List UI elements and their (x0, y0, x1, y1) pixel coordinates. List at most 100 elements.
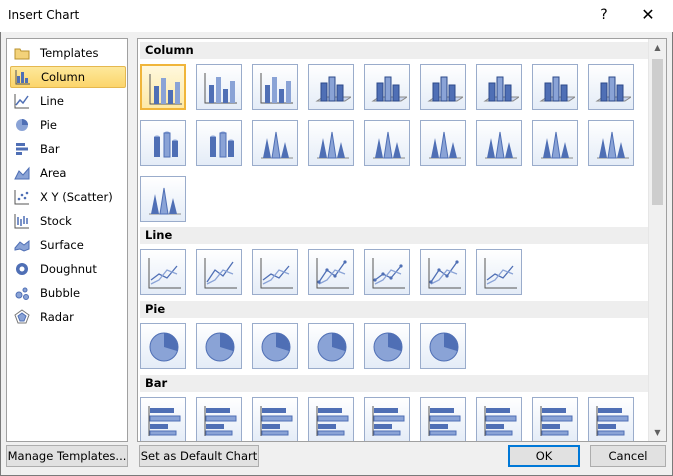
category-item-stock[interactable]: Stock (10, 210, 126, 232)
folder-icon (14, 45, 30, 61)
category-item-templates[interactable]: Templates (10, 42, 126, 64)
column-chart-thumbnail-icon (317, 131, 349, 159)
column-chart-subtype-9[interactable] (588, 64, 634, 110)
column-chart-thumbnail-icon (315, 76, 351, 102)
scroll-thumb[interactable] (652, 59, 663, 205)
category-item-column[interactable]: Column (10, 66, 126, 88)
column-chart-subtype-5[interactable] (364, 64, 410, 110)
gallery-scrollbar[interactable]: ▲ ▼ (648, 39, 666, 441)
manage-templates-button[interactable]: Manage Templates... (6, 445, 128, 467)
category-item-bubble[interactable]: Bubble (10, 282, 126, 304)
bar-chart-subtype-2[interactable] (196, 397, 242, 441)
column-chart-thumbnail-icon (539, 76, 575, 102)
category-item-bar[interactable]: Bar (10, 138, 126, 160)
category-item-line[interactable]: Line (10, 90, 126, 112)
pie-chart-thumbnail-icon (205, 332, 235, 362)
column-chart-subtype-10[interactable] (140, 120, 186, 166)
pie-chart-subtype-2[interactable] (196, 323, 242, 369)
category-label: X Y (Scatter) (40, 190, 113, 204)
category-label: Stock (40, 214, 72, 228)
column-chart-thumbnail-icon (149, 187, 181, 215)
column-chart-subtype-1[interactable] (140, 64, 186, 110)
bar-chart-subtype-8[interactable] (532, 397, 578, 441)
category-label: Bubble (40, 286, 81, 300)
bar-chart-subtype-9[interactable] (588, 397, 634, 441)
column-chart-subtype-18[interactable] (588, 120, 634, 166)
column-chart-subtype-2[interactable] (196, 64, 242, 110)
line-chart-subtype-3[interactable] (252, 249, 298, 295)
bar-chart-subtype-4[interactable] (308, 397, 354, 441)
column-chart-subtype-3[interactable] (252, 64, 298, 110)
close-button[interactable]: ✕ (636, 4, 660, 26)
column-chart-subtype-4[interactable] (308, 64, 354, 110)
doughnut-chart-icon (14, 261, 30, 277)
line-chart-thumbnail-icon (372, 258, 405, 289)
line-chart-subtype-7[interactable] (476, 249, 522, 295)
window-title: Insert Chart (8, 8, 80, 22)
column-chart-thumbnail-icon (371, 76, 407, 102)
category-label: Area (40, 166, 67, 180)
category-item-x-y-scatter[interactable]: X Y (Scatter) (10, 186, 126, 208)
column-chart-subtype-16[interactable] (476, 120, 522, 166)
column-chart-thumbnail-icon (485, 131, 517, 159)
section-header-line: Line (140, 227, 648, 244)
column-chart-subtype-14[interactable] (364, 120, 410, 166)
column-chart-subtype-8[interactable] (532, 64, 578, 110)
line-chart-subtype-1[interactable] (140, 249, 186, 295)
column-chart-thumbnail-icon (595, 76, 631, 102)
bar-chart-subtype-3[interactable] (252, 397, 298, 441)
category-label: Doughnut (40, 262, 97, 276)
column-chart-subtype-7[interactable] (476, 64, 522, 110)
bar-chart-thumbnail-icon (540, 406, 573, 436)
category-item-radar[interactable]: Radar (10, 306, 126, 328)
bar-chart-subtype-5[interactable] (364, 397, 410, 441)
line-chart-thumbnail-icon (148, 258, 181, 289)
category-item-area[interactable]: Area (10, 162, 126, 184)
line-chart-subtype-6[interactable] (420, 249, 466, 295)
bar-chart-subtype-1[interactable] (140, 397, 186, 441)
cancel-button[interactable]: Cancel (590, 445, 666, 467)
scroll-down-arrow-icon[interactable]: ▼ (649, 424, 666, 441)
category-label: Pie (40, 118, 57, 132)
column-chart-subtype-11[interactable] (196, 120, 242, 166)
line-chart-subtype-5[interactable] (364, 249, 410, 295)
column-chart-subtype-12[interactable] (252, 120, 298, 166)
scroll-up-arrow-icon[interactable]: ▲ (649, 39, 666, 56)
pie-chart-subtype-6[interactable] (420, 323, 466, 369)
column-chart-subtype-6[interactable] (420, 64, 466, 110)
category-label: Surface (40, 238, 84, 252)
bar-chart-thumbnail-icon (484, 406, 517, 436)
pie-chart-subtype-1[interactable] (140, 323, 186, 369)
column-chart-thumbnail-icon (149, 74, 182, 105)
ok-button[interactable]: OK (508, 445, 580, 467)
set-default-chart-button[interactable]: Set as Default Chart (139, 445, 259, 467)
title-bar: Insert Chart ? ✕ (0, 0, 673, 32)
bar-chart-icon (14, 141, 30, 157)
category-label: Bar (40, 142, 60, 156)
pie-chart-subtype-5[interactable] (364, 323, 410, 369)
help-button[interactable]: ? (594, 5, 614, 25)
line-chart-thumbnail-icon (260, 258, 293, 289)
category-label: Line (40, 94, 64, 108)
category-item-pie[interactable]: Pie (10, 114, 126, 136)
line-chart-thumbnail-icon (428, 258, 461, 289)
column-chart-subtype-17[interactable] (532, 120, 578, 166)
pie-chart-subtype-4[interactable] (308, 323, 354, 369)
radar-chart-icon (14, 309, 30, 325)
bar-chart-subtype-7[interactable] (476, 397, 522, 441)
column-chart-thumbnail-icon (541, 131, 573, 159)
pie-chart-icon (14, 117, 30, 133)
bar-chart-subtype-6[interactable] (420, 397, 466, 441)
line-chart-subtype-2[interactable] (196, 249, 242, 295)
pie-chart-thumbnail-icon (317, 332, 347, 362)
column-chart-subtype-13[interactable] (308, 120, 354, 166)
bubble-chart-icon (14, 285, 30, 301)
line-chart-subtype-4[interactable] (308, 249, 354, 295)
pie-chart-subtype-3[interactable] (252, 323, 298, 369)
column-chart-subtype-15[interactable] (420, 120, 466, 166)
chart-type-gallery: ▲ ▼ Column Line Pie Bar (137, 38, 667, 442)
column-chart-subtype-19[interactable] (140, 176, 186, 222)
pie-chart-thumbnail-icon (373, 332, 403, 362)
category-item-surface[interactable]: Surface (10, 234, 126, 256)
category-item-doughnut[interactable]: Doughnut (10, 258, 126, 280)
